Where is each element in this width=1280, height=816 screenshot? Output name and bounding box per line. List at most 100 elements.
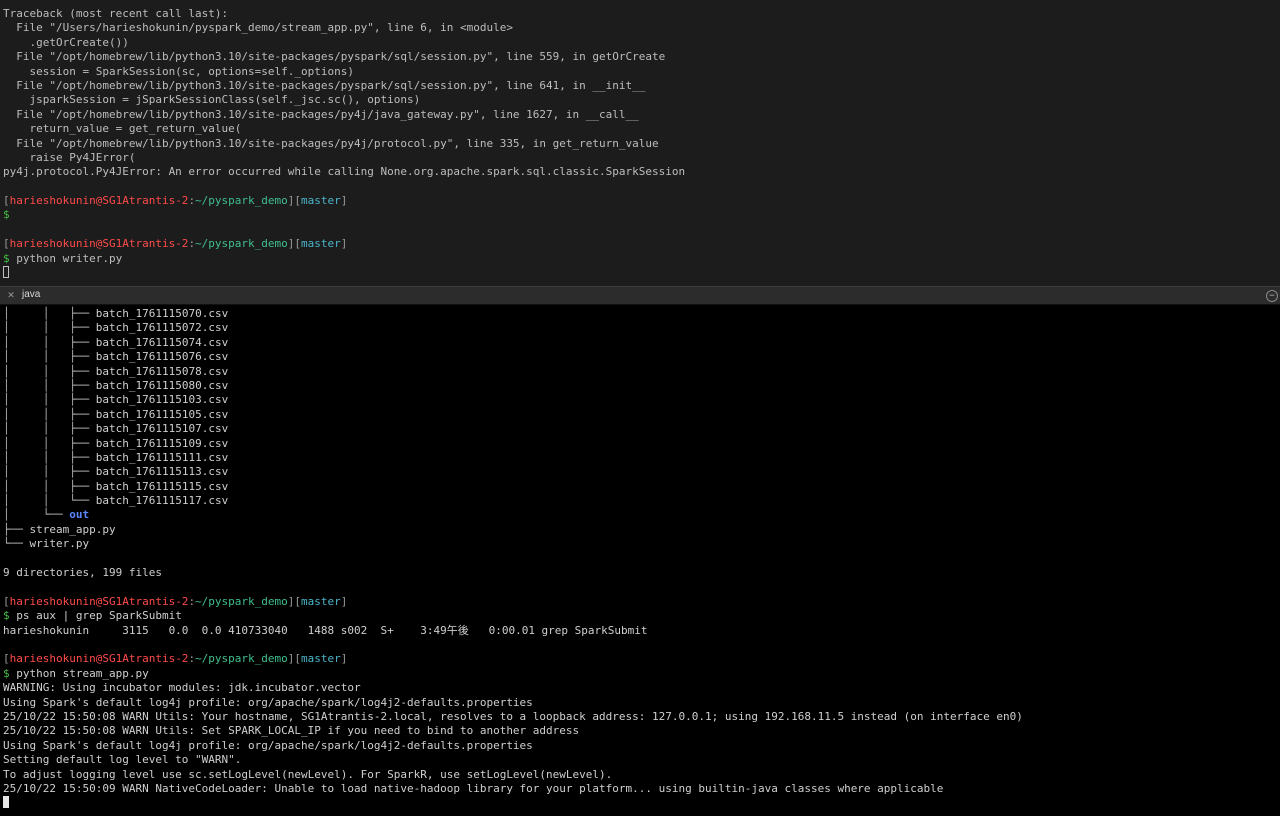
log-line: 25/10/22 15:50:09 WARN NativeCodeLoader:… [3, 781, 944, 795]
tree-file-entry: └── writer.py [3, 537, 90, 551]
pane-tab-bar[interactable]: ✕ java − [0, 286, 1280, 305]
log-line: Using Spark's default log4j profile: org… [3, 738, 533, 752]
tree-file-entry: │ │ ├── batch_1761115111.csv [3, 450, 229, 464]
tree-file-entry: │ │ ├── batch_1761115070.csv [3, 307, 229, 320]
minimize-icon[interactable]: − [1266, 289, 1278, 302]
log-line: 25/10/22 15:50:08 WARN Utils: Your hostn… [3, 709, 1023, 723]
input-line[interactable] [3, 266, 1280, 280]
shell-prompt: [harieshokunin@SG1Atrantis-2:~/pyspark_d… [3, 652, 348, 666]
tab-title: java [22, 289, 41, 301]
top-terminal-pane[interactable]: Traceback (most recent call last): File … [0, 0, 1280, 286]
traceback-line: File "/opt/homebrew/lib/python3.10/site-… [3, 136, 659, 150]
file-name: batch_1761115109.csv [95, 436, 229, 450]
prompt-git-branch: master [301, 594, 341, 608]
prompt-dollar: $ [3, 251, 10, 265]
prompt-dollar: $ [3, 609, 10, 623]
shell-prompt: [harieshokunin@SG1Atrantis-2:~/pyspark_d… [3, 594, 348, 608]
tree-file-entry: │ │ ├── batch_1761115103.csv [3, 393, 229, 407]
prompt-cwd: ~/pyspark_demo [195, 652, 288, 666]
traceback-line: .getOrCreate()) [3, 35, 129, 49]
log-line: Using Spark's default log4j profile: org… [3, 695, 533, 709]
terminal-cursor [3, 796, 9, 809]
traceback-output: Traceback (most recent call last): File … [3, 7, 1280, 180]
tree-file-entry: │ │ ├── batch_1761115078.csv [3, 364, 229, 378]
log-line: WARNING: Using incubator modules: jdk.in… [3, 681, 361, 695]
file-name: batch_1761115113.csv [95, 465, 229, 479]
file-name: batch_1761115117.csv [95, 494, 229, 508]
command-line: $ python writer.py [3, 252, 1280, 266]
tree-file-entry: ├── stream_app.py [3, 522, 116, 536]
prompt-user-host: harieshokunin@SG1Atrantis-2 [9, 594, 189, 608]
file-name: batch_1761115070.csv [95, 307, 229, 320]
command-line: $ ps aux | grep SparkSubmit [3, 609, 1280, 623]
tree-file-entry: │ │ ├── batch_1761115109.csv [3, 436, 229, 450]
command-text: python stream_app.py [9, 666, 149, 680]
file-tree-output: │ │ ├── batch_1761115070.csv │ │ ├── batc… [3, 307, 1280, 508]
log-line: Setting default log level to "WARN". [3, 753, 242, 767]
tree-dir-entry: │ └── out [3, 508, 90, 522]
tree-file-entry: │ │ ├── batch_1761115105.csv [3, 407, 229, 421]
spark-log-output: WARNING: Using incubator modules: jdk.in… [3, 681, 1280, 796]
file-name: batch_1761115105.csv [95, 407, 229, 421]
traceback-line: File "/opt/homebrew/lib/python3.10/site-… [3, 50, 666, 64]
prompt-cwd: ~/pyspark_demo [195, 194, 288, 208]
bottom-terminal-pane[interactable]: │ │ ├── batch_1761115070.csv │ │ ├── batc… [0, 305, 1280, 816]
file-name: batch_1761115107.csv [95, 422, 229, 436]
file-name: batch_1761115078.csv [95, 364, 229, 378]
traceback-line: File "/Users/harieshokunin/pyspark_demo/… [3, 21, 513, 35]
traceback-line: Traceback (most recent call last): [3, 7, 229, 20]
command-line: $ [3, 208, 1280, 222]
file-name: batch_1761115074.csv [95, 335, 229, 349]
prompt-git-branch: master [301, 237, 341, 251]
prompt-dollar: $ [3, 666, 10, 680]
file-name: batch_1761115115.csv [95, 479, 229, 493]
input-line[interactable] [3, 796, 1280, 810]
prompt-git-branch: master [301, 194, 341, 208]
shell-prompt: [harieshokunin@SG1Atrantis-2:~/pyspark_d… [3, 237, 348, 251]
file-name: stream_app.py [29, 522, 116, 536]
traceback-line: jsparkSession = jSparkSessionClass(self.… [3, 93, 421, 107]
tree-file-entry: │ │ ├── batch_1761115115.csv [3, 479, 229, 493]
tree-file-entry: │ │ ├── batch_1761115107.csv [3, 422, 229, 436]
file-name: batch_1761115103.csv [95, 393, 229, 407]
file-name: batch_1761115072.csv [95, 321, 229, 335]
file-name: batch_1761115111.csv [95, 450, 229, 464]
prompt-dollar: $ [3, 208, 10, 222]
ps-output-line: harieshokunin 3115 0.0 0.0 410733040 148… [3, 623, 648, 637]
prompt-cwd: ~/pyspark_demo [195, 594, 288, 608]
traceback-line: File "/opt/homebrew/lib/python3.10/site-… [3, 107, 639, 121]
file-name: batch_1761115076.csv [95, 350, 229, 364]
traceback-line: return_value = get_return_value( [3, 122, 242, 136]
traceback-error-line: py4j.protocol.Py4JError: An error occurr… [3, 165, 686, 179]
log-line: 25/10/22 15:50:08 WARN Utils: Set SPARK_… [3, 724, 580, 738]
log-line: To adjust logging level use sc.setLogLev… [3, 767, 613, 781]
terminal-cursor [3, 266, 9, 279]
prompt-git-branch: master [301, 652, 341, 666]
tree-file-entry: │ │ └── batch_1761115117.csv [3, 494, 229, 508]
prompt-user-host: harieshokunin@SG1Atrantis-2 [9, 237, 189, 251]
command-text: python writer.py [9, 251, 123, 265]
tree-file-entry: │ │ ├── batch_1761115074.csv [3, 335, 229, 349]
dir-name: out [69, 508, 90, 522]
traceback-line: File "/opt/homebrew/lib/python3.10/site-… [3, 78, 646, 92]
file-name: writer.py [29, 537, 90, 551]
shell-prompt: [harieshokunin@SG1Atrantis-2:~/pyspark_d… [3, 194, 348, 208]
prompt-user-host: harieshokunin@SG1Atrantis-2 [9, 652, 189, 666]
traceback-line: raise Py4JError( [3, 150, 136, 164]
tree-file-entry: │ │ ├── batch_1761115113.csv [3, 465, 229, 479]
prompt-cwd: ~/pyspark_demo [195, 237, 288, 251]
tree-file-entry: │ │ ├── batch_1761115076.csv [3, 350, 229, 364]
file-name: batch_1761115080.csv [95, 378, 229, 392]
tree-file-entry: │ │ ├── batch_1761115080.csv [3, 378, 229, 392]
prompt-user-host: harieshokunin@SG1Atrantis-2 [9, 194, 189, 208]
traceback-line: session = SparkSession(sc, options=self.… [3, 64, 354, 78]
close-icon[interactable]: ✕ [4, 288, 18, 302]
tree-file-entry: │ │ ├── batch_1761115072.csv [3, 321, 229, 335]
command-text: ps aux | grep SparkSubmit [9, 609, 182, 623]
command-line: $ python stream_app.py [3, 667, 1280, 681]
